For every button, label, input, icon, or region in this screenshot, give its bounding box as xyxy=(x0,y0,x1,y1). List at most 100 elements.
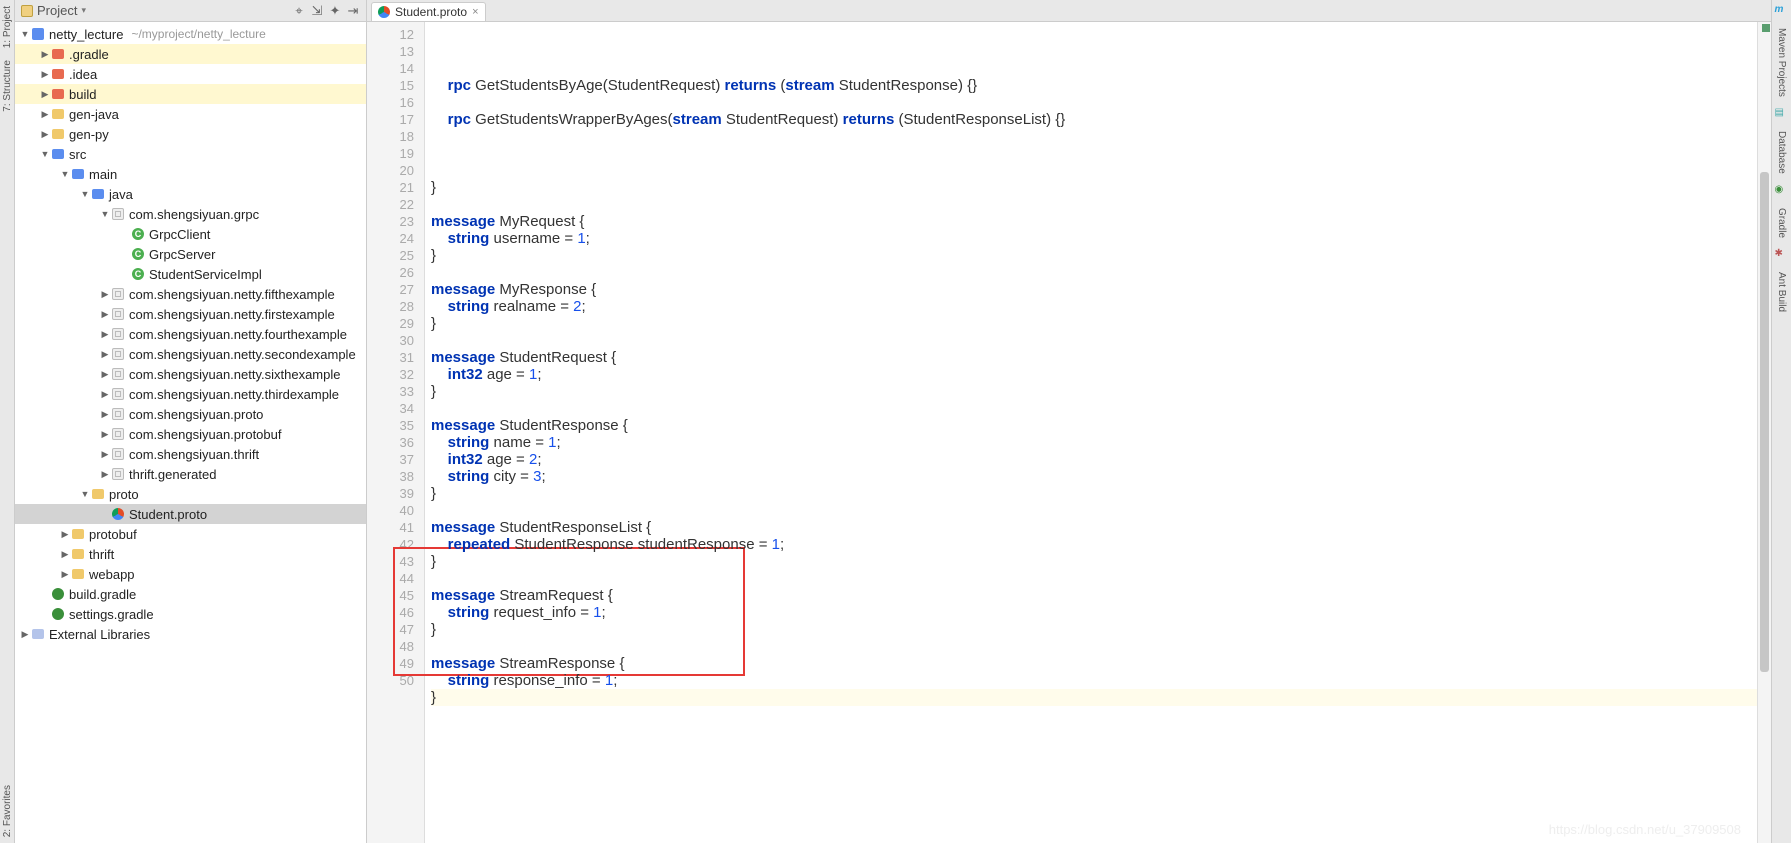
expand-arrow-icon[interactable]: ▼ xyxy=(79,189,91,199)
expand-arrow-icon[interactable]: ▶ xyxy=(39,129,51,140)
expand-arrow-icon[interactable]: ▶ xyxy=(99,409,111,420)
expand-arrow-icon[interactable]: ▶ xyxy=(99,329,111,340)
tree-item[interactable]: ▶com.shengsiyuan.netty.thirdexample xyxy=(15,384,366,404)
tree-item[interactable]: ▶build xyxy=(15,84,366,104)
toolwin-maven-tab[interactable]: Maven Projects xyxy=(1775,22,1788,103)
expand-arrow-icon[interactable]: ▶ xyxy=(99,389,111,400)
locate-icon[interactable]: ⌖ xyxy=(292,4,306,18)
expand-arrow-icon[interactable]: ▶ xyxy=(99,429,111,440)
tree-item[interactable]: ▶webapp xyxy=(15,564,366,584)
code-line[interactable]: } xyxy=(431,689,1757,706)
vertical-scrollbar[interactable] xyxy=(1757,22,1771,843)
code-line[interactable]: } xyxy=(431,485,1757,502)
expand-arrow-icon[interactable]: ▶ xyxy=(39,109,51,120)
code-line[interactable]: } xyxy=(431,383,1757,400)
code-line[interactable]: string city = 3; xyxy=(431,468,1757,485)
toolwin-favorites-tab[interactable]: 2: Favorites xyxy=(1,779,14,843)
code-line[interactable]: int32 age = 1; xyxy=(431,366,1757,383)
expand-arrow-icon[interactable]: ▶ xyxy=(99,309,111,320)
code-line[interactable] xyxy=(431,638,1757,655)
expand-arrow-icon[interactable]: ▶ xyxy=(39,49,51,60)
expand-arrow-icon[interactable]: ▼ xyxy=(59,169,71,179)
code-line[interactable] xyxy=(431,162,1757,179)
tree-item[interactable]: ▶protobuf xyxy=(15,524,366,544)
tree-item[interactable]: ▶com.shengsiyuan.proto xyxy=(15,404,366,424)
code-line[interactable] xyxy=(431,502,1757,519)
expand-arrow-icon[interactable]: ▶ xyxy=(99,449,111,460)
expand-arrow-icon[interactable]: ▶ xyxy=(59,529,71,540)
collapse-icon[interactable]: ⇲ xyxy=(310,4,324,18)
code-line[interactable]: } xyxy=(431,179,1757,196)
code-line[interactable]: repeated StudentResponse studentResponse… xyxy=(431,536,1757,553)
editor-code-area[interactable]: rpc GetStudentsByAge(StudentRequest) ret… xyxy=(425,22,1757,843)
tree-item[interactable]: ▶com.shengsiyuan.netty.firstexample xyxy=(15,304,366,324)
expand-arrow-icon[interactable]: ▶ xyxy=(59,569,71,580)
toolwin-project-tab[interactable]: 1: Project xyxy=(1,0,14,54)
expand-arrow-icon[interactable]: ▶ xyxy=(39,69,51,80)
tree-item[interactable]: settings.gradle xyxy=(15,604,366,624)
code-line[interactable] xyxy=(431,400,1757,417)
code-line[interactable]: int32 age = 2; xyxy=(431,451,1757,468)
code-line[interactable] xyxy=(431,723,1757,740)
tree-item[interactable]: ▶com.shengsiyuan.netty.secondexample xyxy=(15,344,366,364)
tree-item[interactable]: ▶com.shengsiyuan.netty.fourthexample xyxy=(15,324,366,344)
tree-item[interactable]: CGrpcServer xyxy=(15,244,366,264)
tree-item[interactable]: ▼main xyxy=(15,164,366,184)
code-line[interactable] xyxy=(431,264,1757,281)
code-line[interactable]: } xyxy=(431,247,1757,264)
tree-item[interactable]: build.gradle xyxy=(15,584,366,604)
code-line[interactable]: rpc GetStudentsByAge(StudentRequest) ret… xyxy=(431,77,1757,94)
expand-arrow-icon[interactable]: ▼ xyxy=(39,149,51,159)
code-line[interactable]: } xyxy=(431,553,1757,570)
expand-arrow-icon[interactable]: ▶ xyxy=(99,349,111,360)
code-line[interactable]: } xyxy=(431,315,1757,332)
tree-item[interactable]: ▶thrift xyxy=(15,544,366,564)
tree-item[interactable]: ▶.gradle xyxy=(15,44,366,64)
code-line[interactable]: message StreamResponse { xyxy=(431,655,1757,672)
tree-item[interactable]: CStudentServiceImpl xyxy=(15,264,366,284)
code-line[interactable] xyxy=(431,145,1757,162)
project-tree[interactable]: ▼netty_lecture~/myproject/netty_lecture▶… xyxy=(15,22,367,843)
code-line[interactable]: message StreamRequest { xyxy=(431,587,1757,604)
expand-arrow-icon[interactable]: ▶ xyxy=(99,469,111,480)
code-line[interactable]: string request_info = 1; xyxy=(431,604,1757,621)
code-line[interactable] xyxy=(431,332,1757,349)
code-line[interactable]: message MyRequest { xyxy=(431,213,1757,230)
code-line[interactable] xyxy=(431,94,1757,111)
code-line[interactable] xyxy=(431,570,1757,587)
expand-arrow-icon[interactable]: ▶ xyxy=(39,89,51,100)
code-line[interactable]: message StudentResponse { xyxy=(431,417,1757,434)
toolwin-structure-tab[interactable]: 7: Structure xyxy=(1,54,14,118)
expand-arrow-icon[interactable]: ▶ xyxy=(99,369,111,380)
expand-arrow-icon[interactable]: ▶ xyxy=(59,549,71,560)
tree-item[interactable]: CGrpcClient xyxy=(15,224,366,244)
code-line[interactable] xyxy=(431,196,1757,213)
code-line[interactable]: message StudentResponseList { xyxy=(431,519,1757,536)
tree-item[interactable]: ▶com.shengsiyuan.netty.sixthexample xyxy=(15,364,366,384)
code-line[interactable]: string realname = 2; xyxy=(431,298,1757,315)
scrollbar-thumb[interactable] xyxy=(1760,172,1769,672)
toolwin-gradle-tab[interactable]: Gradle xyxy=(1775,202,1788,244)
tree-item[interactable]: Student.proto xyxy=(15,504,366,524)
tree-item[interactable]: ▼src xyxy=(15,144,366,164)
code-line[interactable]: string name = 1; xyxy=(431,434,1757,451)
expand-arrow-icon[interactable]: ▼ xyxy=(99,209,111,219)
code-line[interactable] xyxy=(431,128,1757,145)
tree-item[interactable]: ▶.idea xyxy=(15,64,366,84)
code-line[interactable]: string response_info = 1; xyxy=(431,672,1757,689)
code-line[interactable]: } xyxy=(431,621,1757,638)
tree-item[interactable]: ▶gen-py xyxy=(15,124,366,144)
tree-item[interactable]: ▶External Libraries xyxy=(15,624,366,644)
gear-icon[interactable]: ✦ xyxy=(328,4,342,18)
tree-item[interactable]: ▶gen-java xyxy=(15,104,366,124)
tree-item[interactable]: ▼com.shengsiyuan.grpc xyxy=(15,204,366,224)
tree-item[interactable]: ▶thrift.generated xyxy=(15,464,366,484)
toolwin-ant-tab[interactable]: Ant Build xyxy=(1775,266,1788,318)
expand-arrow-icon[interactable]: ▼ xyxy=(19,29,31,39)
toolwin-database-tab[interactable]: Database xyxy=(1775,125,1788,180)
code-line[interactable] xyxy=(431,706,1757,723)
tree-item[interactable]: ▶com.shengsiyuan.netty.fifthexample xyxy=(15,284,366,304)
chevron-down-icon[interactable]: ▾ xyxy=(81,5,86,16)
tree-item[interactable]: ▼proto xyxy=(15,484,366,504)
tree-item[interactable]: ▼java xyxy=(15,184,366,204)
